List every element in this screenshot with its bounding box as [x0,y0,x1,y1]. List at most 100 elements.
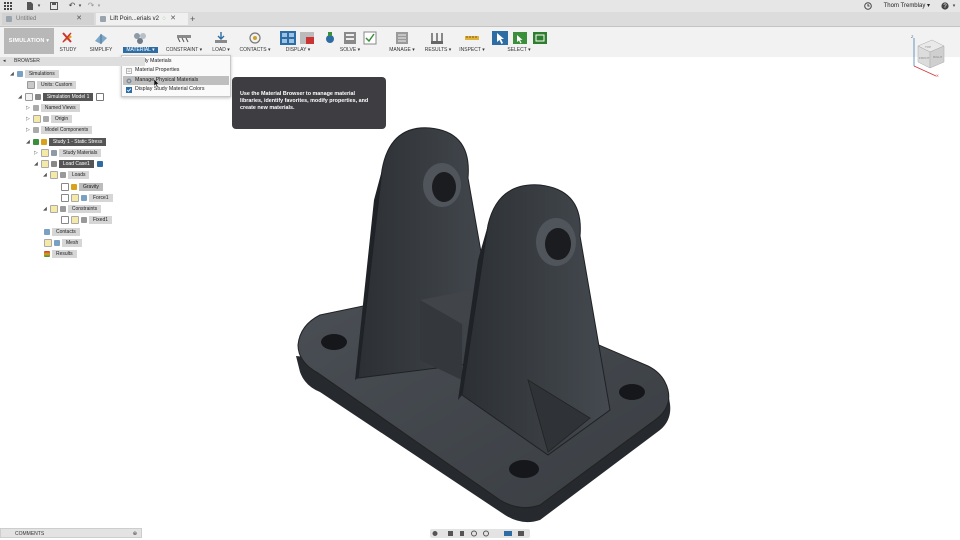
checkbox-icon[interactable] [61,183,69,191]
undo-chevron-icon[interactable]: ▾ [76,2,84,10]
tree-node-loads[interactable]: ◢ Loads [43,171,90,180]
menu-item-manage-physical-materials[interactable]: Manage Physical Materials [123,76,229,85]
simplify-icon[interactable] [93,31,109,45]
lift-point-bracket-model[interactable] [290,122,680,527]
study-icon[interactable] [60,31,76,45]
menu-item-material-properties[interactable]: Material Properties [123,66,229,75]
contacts-icon[interactable] [246,31,264,45]
help-icon[interactable]: ? [941,2,949,10]
tree-node-simulations[interactable]: ◢ Simulations [10,70,59,78]
collapse-triangle-icon[interactable]: ▷ [26,105,30,111]
manage-group-label[interactable]: MANAGE ▾ [384,47,420,53]
solve-icons[interactable] [324,31,378,45]
expand-triangle-icon[interactable]: ◢ [26,139,30,145]
tree-node-contacts[interactable]: Contacts [44,228,80,236]
new-tab-icon[interactable]: + [190,13,195,25]
user-account-menu[interactable]: Thom Tremblay ▾ [884,2,930,10]
fit-icon[interactable] [483,530,489,537]
collapse-triangle-icon[interactable]: ▷ [34,150,38,156]
checkbox-checked-icon[interactable] [126,86,132,93]
manage-icon[interactable] [394,31,410,45]
visibility-bulb-icon[interactable] [49,205,58,213]
menu-item-display-study-material-colors[interactable]: Display Study Material Colors [123,85,229,94]
select-icons[interactable] [492,31,550,45]
tree-node-model-components[interactable]: ▷ Model Components [26,126,93,134]
simplify-group-label[interactable]: SIMPLIFY [87,47,115,53]
display-icons[interactable] [280,31,316,45]
results-icon[interactable] [429,31,445,45]
inspect-icon[interactable] [464,31,480,45]
redo-icon[interactable]: ↷ [87,2,95,10]
display-group-label[interactable]: DISPLAY ▾ [282,47,314,53]
close-tab-icon[interactable]: ✕ [76,13,82,25]
tree-node-load-case[interactable]: ◢ Load Case1 [34,160,105,169]
material-group-label[interactable]: MATERIAL ▾ [123,47,158,53]
checkbox-checked-icon[interactable] [61,194,69,202]
tree-node-origin[interactable]: ▷ Origin [26,115,73,124]
visibility-bulb-icon[interactable] [40,160,49,168]
viewcube-front-label[interactable]: FRONT [919,56,929,60]
look-at-icon[interactable] [448,531,453,536]
close-tab-icon[interactable]: ✕ [170,13,176,25]
file-icon[interactable] [26,2,34,10]
load-group-label[interactable]: LOAD ▾ [209,47,233,53]
viewcube-right-label[interactable]: RIGHT [933,55,943,59]
tree-node-gravity[interactable]: Gravity [61,183,103,192]
visibility-bulb-icon[interactable] [40,149,49,157]
load-icon[interactable] [213,31,229,45]
workspace-switcher[interactable]: SIMULATION ▾ [4,28,54,54]
constraint-icon[interactable] [175,31,193,45]
visibility-bulb-icon[interactable] [44,239,52,247]
viewcube[interactable]: TOP FRONT RIGHT Z X [906,32,950,78]
tree-node-force1[interactable]: Force1 [61,194,113,203]
tree-node-simulation-model[interactable]: ◢ Simulation Model 1 [18,93,106,102]
comments-toggle-icon[interactable]: ⊕ [133,529,137,539]
expand-triangle-icon[interactable]: ◢ [34,161,38,167]
tree-node-units[interactable]: Units: Custom [27,81,77,90]
visibility-bulb-icon[interactable] [49,171,58,179]
collapse-triangle-icon[interactable]: ▷ [26,116,30,122]
select-group-label[interactable]: SELECT ▾ [504,47,534,53]
tab-lift-point[interactable]: Lift Poin...erials v2 ◌ ✕ [96,13,188,25]
contacts-group-label[interactable]: CONTACTS ▾ [237,47,273,53]
save-icon[interactable] [50,2,58,10]
visibility-bulb-icon[interactable] [71,194,79,202]
tree-node-mesh[interactable]: Mesh [44,239,83,248]
checkbox-checked-icon[interactable] [61,216,69,224]
solve-group-label[interactable]: SOLVE ▾ [335,47,365,53]
expand-triangle-icon[interactable]: ◢ [43,172,47,178]
pan-icon[interactable] [460,531,464,536]
expand-triangle-icon[interactable]: ◢ [10,71,14,77]
expand-triangle-icon[interactable]: ◢ [18,94,22,100]
zoom-icon[interactable] [471,530,477,537]
activate-radio-icon[interactable] [96,93,105,101]
file-menu-chevron-icon[interactable]: ▾ [35,2,43,10]
tree-node-constraints[interactable]: ◢ Constraints [43,205,102,214]
tree-node-study-1[interactable]: ◢ Study 1 - Static Stress [26,138,107,146]
tree-node-named-views[interactable]: ▷ Named Views [26,104,80,112]
tree-node-study-materials[interactable]: ▷ Study Materials [34,149,102,158]
material-icon[interactable] [132,31,148,45]
results-group-label[interactable]: RESULTS ▾ [422,47,454,53]
orbit-icon[interactable] [432,531,438,536]
collapse-panel-icon[interactable]: ◂ [3,57,6,66]
study-group-label[interactable]: STUDY [58,47,78,53]
viewcube-top-label[interactable]: TOP [925,45,931,49]
active-case-radio-icon[interactable] [96,161,103,167]
comments-panel[interactable]: COMMENTS ⊕ [0,528,142,538]
constraint-group-label[interactable]: CONSTRAINT ▾ [164,47,204,53]
inspect-group-label[interactable]: INSPECT ▾ [457,47,487,53]
visibility-bulb-icon[interactable] [32,115,41,123]
visibility-bulb-icon[interactable] [71,216,79,224]
redo-chevron-icon[interactable]: ▾ [95,2,103,10]
expand-triangle-icon[interactable]: ◢ [43,206,47,212]
visibility-bulb-icon[interactable] [24,93,33,101]
clock-icon[interactable] [864,2,872,10]
apps-grid-icon[interactable] [4,2,12,10]
display-settings-icon[interactable] [504,531,512,536]
tree-node-results[interactable]: Results [44,250,77,258]
collapse-triangle-icon[interactable]: ▷ [26,127,30,133]
grid-settings-icon[interactable] [518,531,524,536]
undo-icon[interactable]: ↶ [68,2,76,10]
help-chevron-icon[interactable]: ▾ [950,2,958,10]
